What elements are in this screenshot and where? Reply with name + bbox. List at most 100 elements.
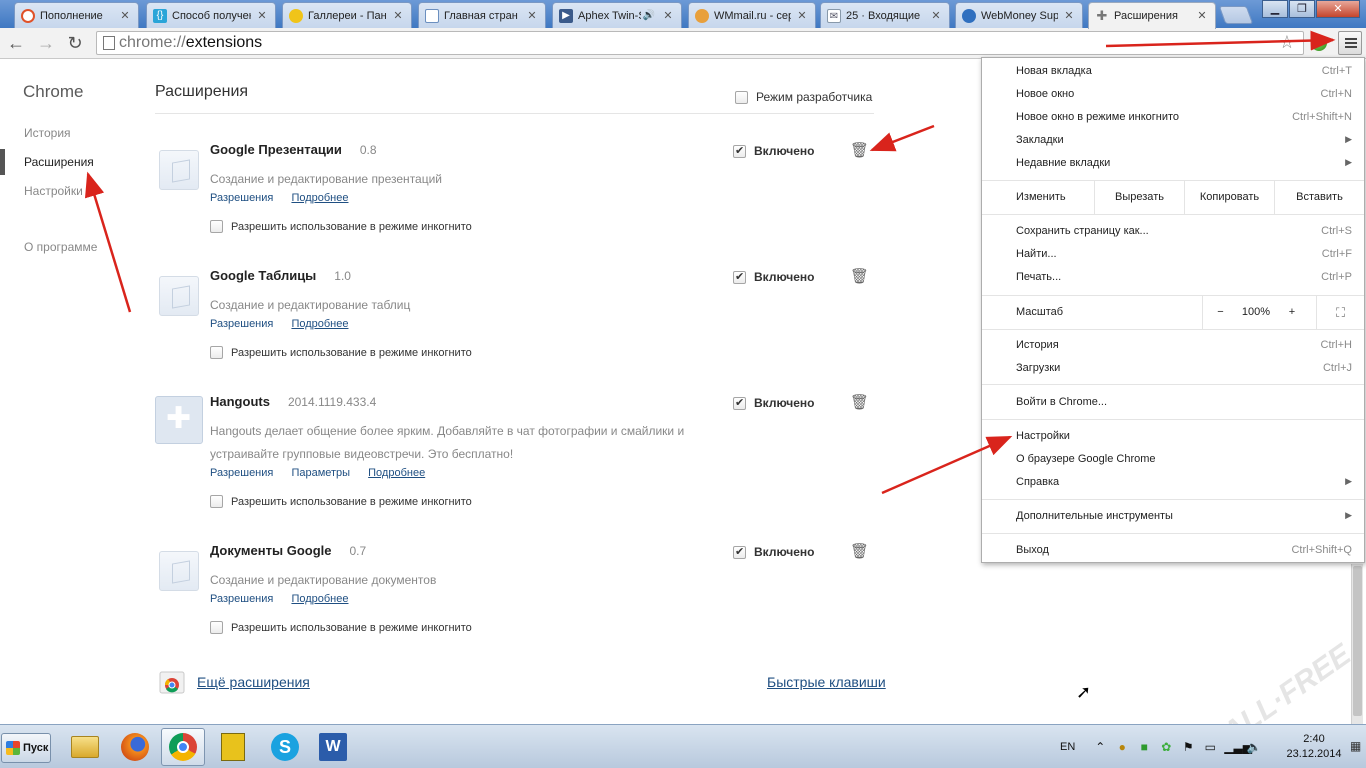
incognito-option[interactable]: Разрешить использование в режиме инкогни… [210, 346, 472, 359]
details-link[interactable]: Подробнее [291, 593, 348, 605]
more-extensions-link[interactable]: Ещё расширения [197, 674, 310, 690]
app-icon[interactable] [211, 728, 255, 766]
sidebar-item-history[interactable]: История [24, 126, 71, 140]
notification-icon[interactable]: ▦ [1350, 739, 1361, 753]
show-hidden-icons-icon[interactable]: ⌃ [1092, 739, 1108, 755]
incognito-option[interactable]: Разрешить использование в режиме инкогни… [210, 495, 472, 508]
menu-item-find[interactable]: Найти... Ctrl+F [1016, 248, 1352, 260]
developer-mode-toggle[interactable]: Режим разработчика [735, 90, 872, 104]
back-button[interactable]: ← [4, 32, 28, 54]
network-signal-icon[interactable]: ▁▃▅ [1224, 739, 1252, 755]
clover-icon[interactable]: ✿ [1158, 739, 1174, 755]
start-button[interactable]: Пуск [1, 733, 51, 763]
details-link[interactable]: Подробнее [291, 318, 348, 330]
incognito-option[interactable]: Разрешить использование в режиме инкогни… [210, 621, 472, 634]
device-icon[interactable]: ▭ [1202, 739, 1218, 755]
chrome-icon[interactable] [161, 728, 205, 766]
enabled-checkbox[interactable] [733, 545, 746, 559]
keyboard-shortcuts-link[interactable]: Быстрые клавиши [767, 674, 886, 690]
close-icon[interactable]: ✕ [795, 9, 809, 23]
enabled-checkbox[interactable] [733, 396, 746, 410]
enabled-toggle[interactable]: Включено [733, 270, 814, 284]
close-icon[interactable]: ✕ [661, 9, 675, 23]
skype-icon[interactable]: S [263, 728, 307, 766]
enabled-checkbox[interactable] [733, 270, 746, 284]
tab-extensions[interactable]: ✚ Расширения ✕ [1088, 2, 1216, 29]
incognito-checkbox[interactable] [210, 220, 223, 233]
enabled-checkbox[interactable] [733, 144, 746, 158]
reload-button[interactable]: ↻ [63, 32, 87, 54]
clock[interactable]: 2:40 23.12.2014 [1286, 732, 1342, 762]
incognito-checkbox[interactable] [210, 346, 223, 359]
sidebar-item-extensions[interactable]: Расширения [24, 155, 94, 169]
close-icon[interactable]: ✕ [1195, 9, 1209, 23]
incognito-checkbox[interactable] [210, 495, 223, 508]
menu-item-about-chrome[interactable]: О браузере Google Chrome [1016, 453, 1352, 465]
close-icon[interactable]: ✕ [118, 9, 132, 23]
sidebar-item-about[interactable]: О программе [24, 240, 97, 254]
enabled-toggle[interactable]: Включено [733, 545, 814, 559]
close-icon[interactable]: ✕ [391, 9, 405, 23]
menu-item-new-tab[interactable]: Новая вкладка Ctrl+T [1016, 65, 1352, 77]
omnibox[interactable]: chrome://extensions ☆ [96, 31, 1304, 55]
menu-item-downloads[interactable]: Загрузки Ctrl+J [1016, 362, 1352, 374]
tab-aphex-twin[interactable]: ▶ Aphex Twin-S 🔊 ✕ [552, 2, 682, 28]
tab-wmmail[interactable]: WMmail.ru - серв ✕ [688, 2, 816, 28]
bookmark-star-icon[interactable]: ☆ [1279, 32, 1295, 53]
menu-item-new-window[interactable]: Новое окно Ctrl+N [1016, 88, 1352, 100]
sidebar-item-settings[interactable]: Настройки [24, 184, 83, 198]
tab-webmoney[interactable]: WebMoney Supp ✕ [955, 2, 1083, 28]
menu-item-bookmarks[interactable]: Закладки ▶ [1016, 134, 1352, 146]
flag-icon[interactable]: ⚑ [1180, 739, 1196, 755]
extension-toolbar-icon[interactable] [1311, 35, 1327, 51]
trash-icon[interactable]: 🗑 [850, 393, 869, 411]
paste-button[interactable]: Вставить [1274, 181, 1364, 214]
maximize-button[interactable]: ❐ [1289, 0, 1315, 18]
enabled-toggle[interactable]: Включено [733, 144, 814, 158]
tab-popolnenie[interactable]: Пополнение ✕ [14, 2, 139, 28]
menu-item-print[interactable]: Печать... Ctrl+P [1016, 271, 1352, 283]
permissions-link[interactable]: Разрешения [210, 318, 273, 330]
permissions-link[interactable]: Разрешения [210, 192, 273, 204]
shield-icon[interactable]: ■ [1136, 739, 1152, 755]
volume-icon[interactable]: 🔈 [1246, 739, 1262, 755]
zoom-out-button[interactable]: − [1202, 296, 1238, 329]
menu-item-more-tools[interactable]: Дополнительные инструменты ▶ [1016, 510, 1352, 522]
close-icon[interactable]: ✕ [255, 9, 269, 23]
menu-item-history[interactable]: История Ctrl+H [1016, 339, 1352, 351]
menu-item-exit[interactable]: Выход Ctrl+Shift+Q [1016, 544, 1352, 556]
tab-inbox[interactable]: ✉ 25 · Входящие ✕ [820, 2, 950, 28]
zoom-in-button[interactable]: + [1274, 296, 1310, 329]
options-link[interactable]: Параметры [291, 467, 350, 479]
enabled-toggle[interactable]: Включено [733, 396, 814, 410]
minimize-button[interactable]: ▁ [1262, 0, 1288, 18]
chrome-menu-button[interactable] [1338, 31, 1362, 55]
details-link[interactable]: Подробнее [291, 192, 348, 204]
fullscreen-icon[interactable]: ⛶ [1316, 296, 1364, 329]
details-link[interactable]: Подробнее [368, 467, 425, 479]
menu-item-settings[interactable]: Настройки [1016, 430, 1352, 442]
firefox-icon[interactable] [113, 728, 157, 766]
menu-item-sign-in[interactable]: Войти в Chrome... [1016, 396, 1352, 408]
trash-icon[interactable]: 🗑 [850, 267, 869, 285]
permissions-link[interactable]: Разрешения [210, 593, 273, 605]
close-icon[interactable]: ✕ [525, 9, 539, 23]
language-indicator[interactable]: EN [1060, 741, 1075, 753]
tab-main-page[interactable]: Главная стран ✕ [418, 2, 546, 28]
developer-mode-checkbox[interactable] [735, 90, 748, 104]
incognito-option[interactable]: Разрешить использование в режиме инкогни… [210, 220, 472, 233]
webmoney-tray-icon[interactable]: ● [1114, 739, 1130, 755]
trash-icon[interactable]: 🗑 [850, 542, 869, 560]
permissions-link[interactable]: Разрешения [210, 467, 273, 479]
tab-gallery[interactable]: Галлереи - Пане ✕ [282, 2, 412, 28]
close-window-button[interactable]: ✕ [1316, 0, 1360, 18]
word-icon[interactable]: W [311, 728, 355, 766]
explorer-icon[interactable] [63, 728, 107, 766]
close-icon[interactable]: ✕ [929, 9, 943, 23]
menu-item-incognito-window[interactable]: Новое окно в режиме инкогнито Ctrl+Shift+… [1016, 111, 1352, 123]
copy-button[interactable]: Копировать [1184, 181, 1274, 214]
menu-item-recent-tabs[interactable]: Недавние вкладки ▶ [1016, 157, 1352, 169]
forward-button[interactable]: → [34, 32, 58, 54]
incognito-checkbox[interactable] [210, 621, 223, 634]
close-icon[interactable]: ✕ [1062, 9, 1076, 23]
